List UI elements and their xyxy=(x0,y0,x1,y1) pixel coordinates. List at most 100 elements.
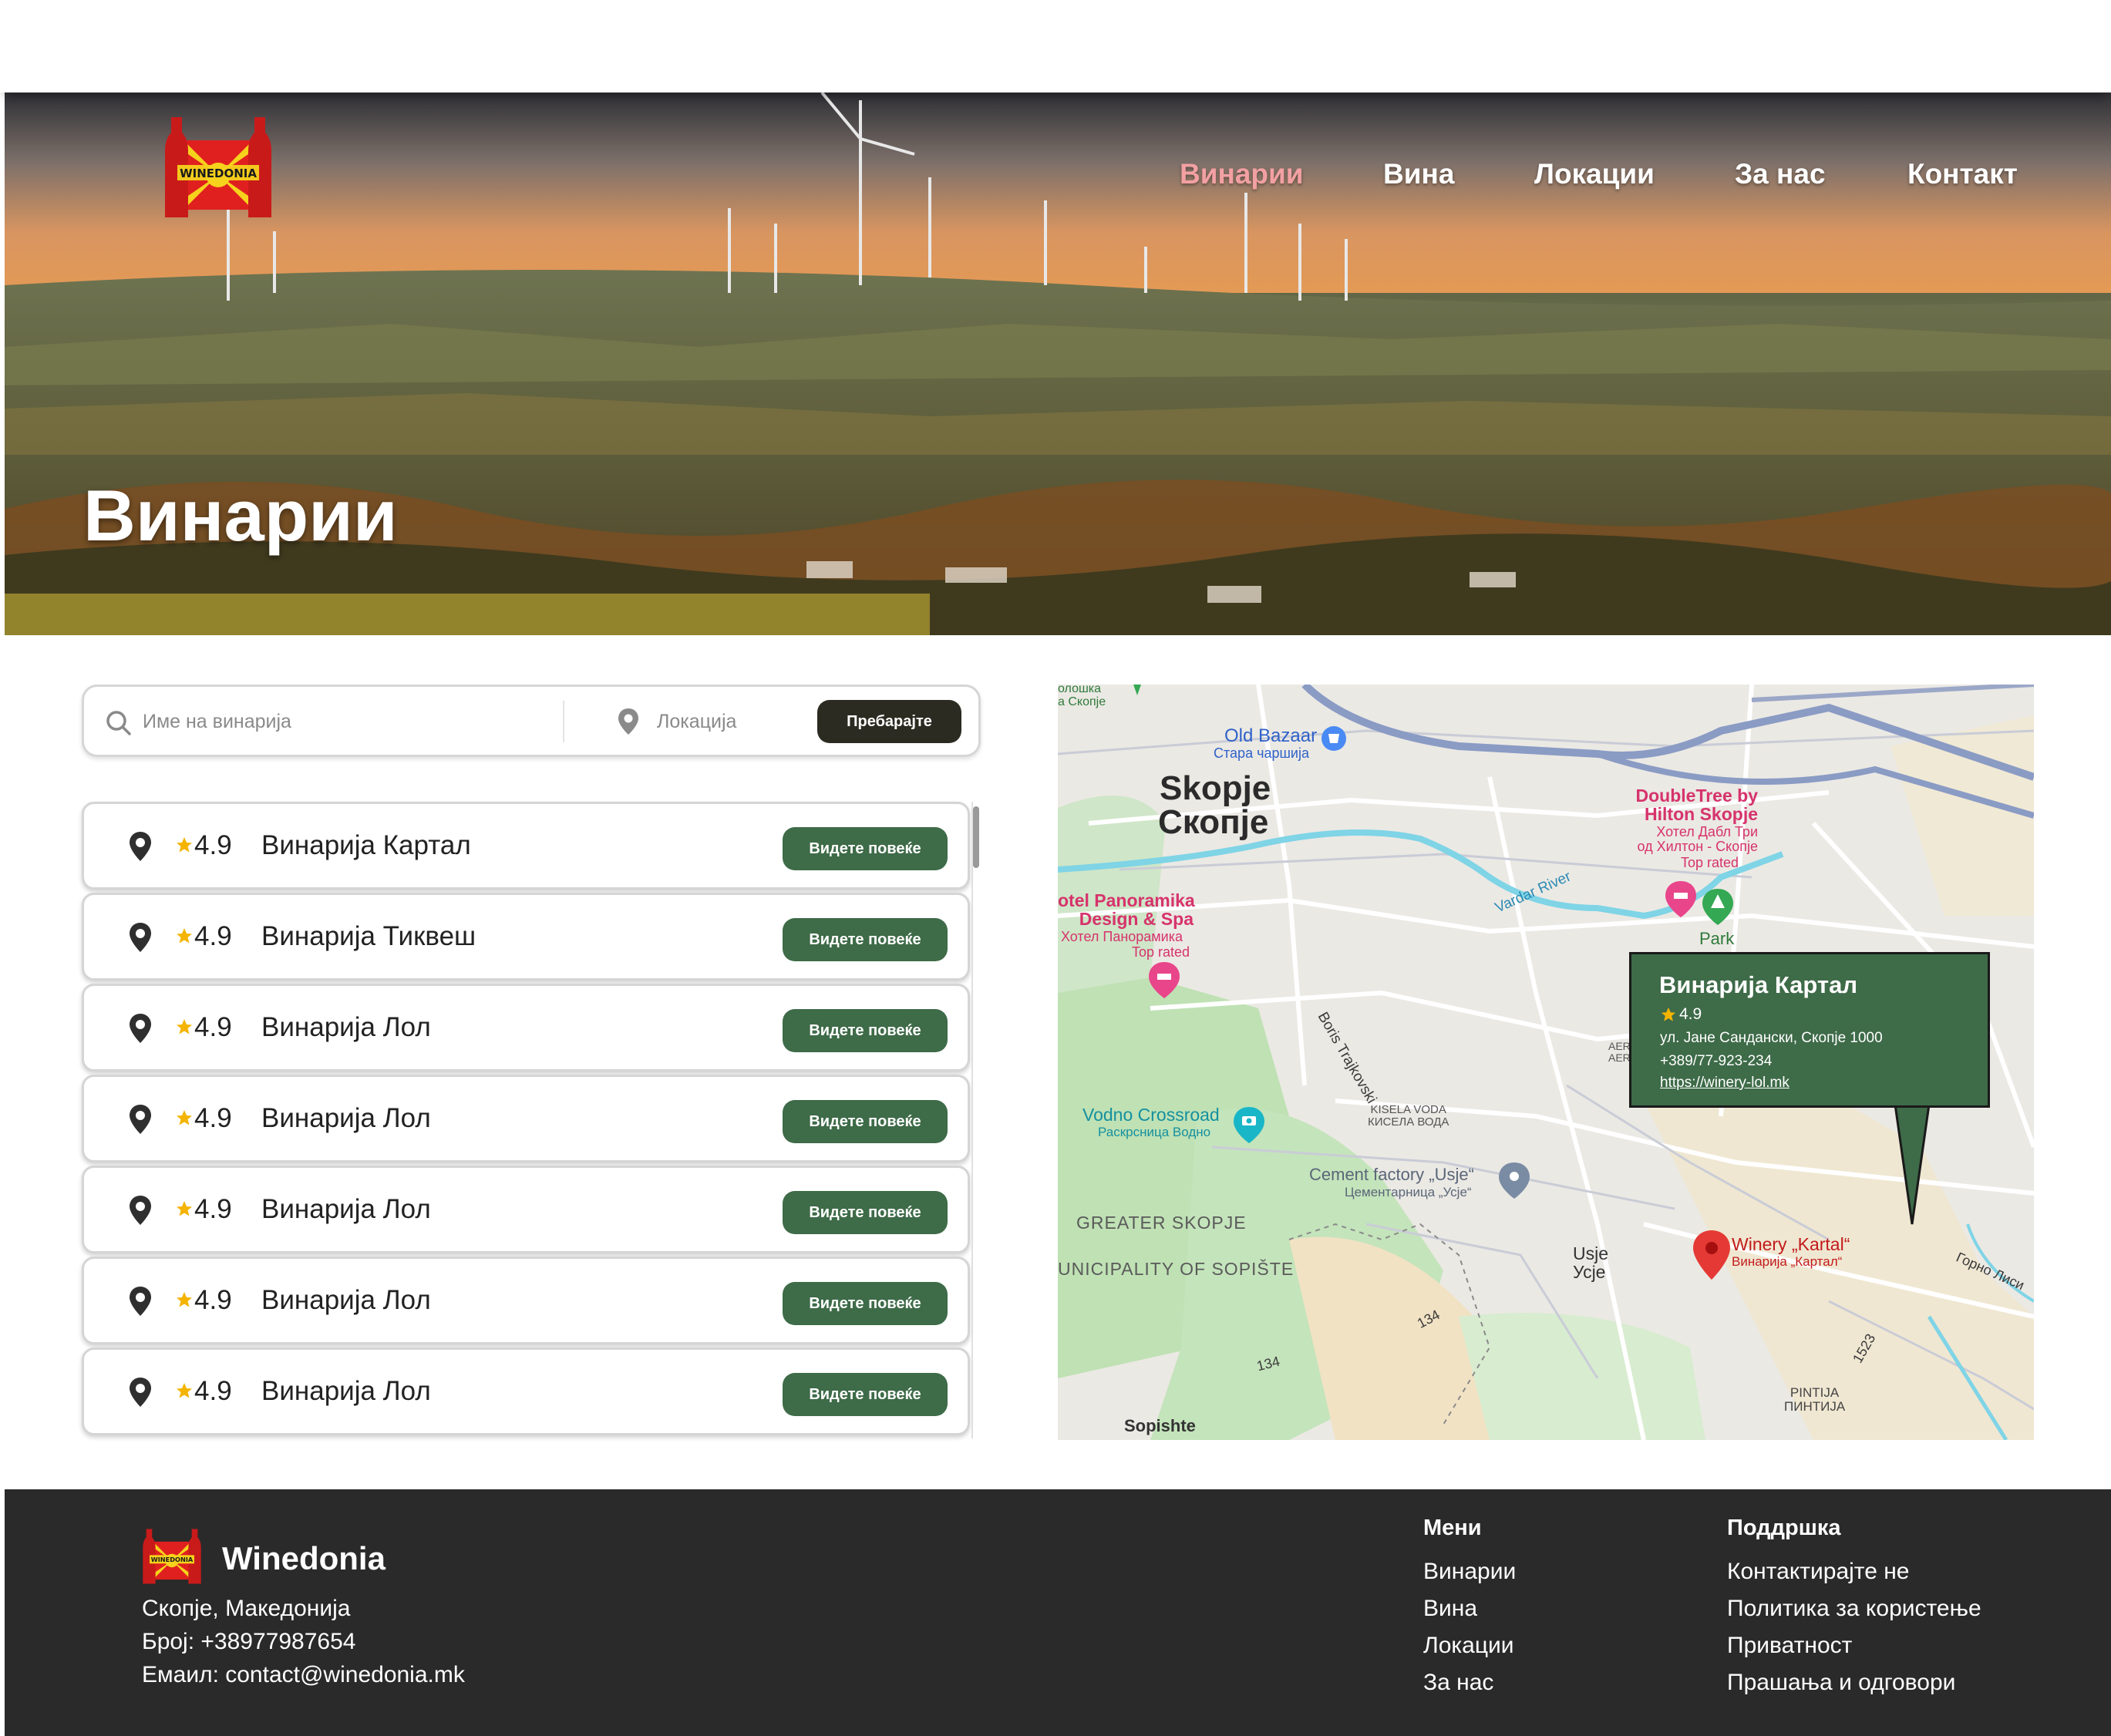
winery-rating: 4.9 xyxy=(194,921,232,951)
winery-name: Винарија Лол xyxy=(261,1376,431,1406)
winery-list-item[interactable]: 4.9 Винарија Лол Видете повеќе xyxy=(82,1347,970,1435)
winery-name: Винарија Картал xyxy=(261,830,471,860)
star-icon xyxy=(177,928,192,944)
footer-email: Емаил: contact@winedonia.mk xyxy=(142,1662,465,1687)
page-title: Винарии xyxy=(83,475,398,556)
svg-text:WINEDONIA: WINEDONIA xyxy=(151,1556,194,1563)
footer-menu-about[interactable]: За нас xyxy=(1423,1670,1493,1696)
map-label-old-bazaar-mk: Стара чаршија xyxy=(1214,745,1309,761)
footer-support-terms[interactable]: Политика за користење xyxy=(1727,1596,1981,1622)
star-icon xyxy=(177,1110,192,1125)
see-more-button[interactable]: Видете повеќе xyxy=(783,1009,948,1052)
search-bar: Пребарајте xyxy=(82,685,981,757)
nav-about[interactable]: За нас xyxy=(1735,158,1826,190)
map-label-top-left: олошка а Скопје xyxy=(1058,685,1106,708)
footer-support-faq[interactable]: Прашања и одговори xyxy=(1727,1670,1955,1696)
winery-name: Винарија Лол xyxy=(261,1103,431,1133)
footer-menu-title: Мени xyxy=(1423,1516,1482,1540)
map-label-kartal: Winery „Kartal“ xyxy=(1732,1234,1850,1254)
map-label-city: Skopje xyxy=(1160,769,1271,807)
location-pin-icon xyxy=(130,1287,151,1316)
winery-rating: 4.9 xyxy=(194,1103,232,1133)
footer-logo[interactable]: WINEDONIA xyxy=(140,1525,204,1588)
winery-list-item[interactable]: 4.9 Винарија Тиквеш Видете повеќе xyxy=(82,893,970,981)
footer-support-contact[interactable]: Контактирајте не xyxy=(1727,1559,1909,1585)
star-icon xyxy=(177,1383,192,1398)
popup-address: ул. Јане Сандански, Скопје 1000 xyxy=(1660,1030,1883,1046)
map-label-vodno-mk: Раскрсница Водно xyxy=(1098,1125,1211,1139)
map-label-kisela-voda: KISELA VODA КИСЕЛА ВОДА xyxy=(1368,1103,1449,1129)
footer-support-privacy[interactable]: Приватност xyxy=(1727,1633,1852,1659)
search-icon xyxy=(106,711,131,735)
map-label-top-rated-1: Top rated xyxy=(1681,855,1739,870)
see-more-button[interactable]: Видете повеќе xyxy=(783,1100,948,1143)
star-icon xyxy=(177,837,192,853)
winery-list-item[interactable]: 4.9 Винарија Лол Видете повеќе xyxy=(82,1257,970,1344)
map-label-vodno: Vodno Crossroad xyxy=(1082,1105,1220,1125)
winery-name: Винарија Тиквеш xyxy=(261,921,476,951)
nav-locations[interactable]: Локации xyxy=(1534,158,1655,190)
footer-menu-wineries[interactable]: Винарии xyxy=(1423,1559,1516,1585)
location-pin-icon xyxy=(130,1196,151,1225)
winery-list-item[interactable]: 4.9 Винарија Лол Видете повеќе xyxy=(82,1166,970,1253)
nav-wineries[interactable]: Винарии xyxy=(1180,158,1303,190)
see-more-button[interactable]: Видете повеќе xyxy=(783,827,948,870)
location-pin-icon xyxy=(130,1378,151,1407)
popup-phone: +389/77-923-234 xyxy=(1660,1053,1773,1069)
list-scrollbar-thumb[interactable] xyxy=(973,806,979,868)
footer-support-title: Поддршка xyxy=(1727,1516,1841,1540)
see-more-button[interactable]: Видете повеќе xyxy=(783,918,948,961)
winery-list-item[interactable]: 4.9 Винарија Лол Видете повеќе xyxy=(82,984,970,1072)
map[interactable]: олошка а Скопје Old Bazaar Стара чаршија… xyxy=(1058,685,2034,1440)
star-icon xyxy=(177,1292,192,1307)
location-pin-icon xyxy=(130,1105,151,1134)
map-label-aer: AER AER xyxy=(1608,1040,1631,1064)
popup-website-link[interactable]: https://winery-lol.mk xyxy=(1660,1075,1789,1092)
see-more-button[interactable]: Видете повеќе xyxy=(783,1191,948,1234)
popup-rating: 4.9 xyxy=(1679,1005,1702,1023)
location-pin-icon xyxy=(130,1014,151,1043)
winery-rating: 4.9 xyxy=(194,830,232,860)
footer-menu-wines[interactable]: Вина xyxy=(1423,1596,1477,1622)
old-bazaar-shopping-icon[interactable] xyxy=(1321,726,1346,751)
map-label-cement: Cement factory „Usje“ xyxy=(1309,1165,1474,1184)
location-pin-icon xyxy=(130,832,151,861)
map-label-city-mk: Скопје xyxy=(1158,803,1269,841)
winery-list[interactable]: 4.9 Винарија Картал Видете повеќе 4.9 Винари… xyxy=(82,802,981,1438)
top-white-bar xyxy=(0,0,2111,93)
location-pin-icon xyxy=(618,708,638,735)
svg-text:WINEDONIA: WINEDONIA xyxy=(180,167,257,180)
see-more-button[interactable]: Видете повеќе xyxy=(783,1373,948,1416)
map-label-cement-mk: Цементарница „Усје“ xyxy=(1345,1185,1472,1199)
footer: WINEDONIA Winedonia Скопје, Македонија Б… xyxy=(5,1489,2111,1736)
footer-city: Скопје, Македонија xyxy=(142,1596,351,1621)
winedonia-logo[interactable]: WINEDONIA xyxy=(160,109,276,225)
map-label-kartal-mk: Винарија „Картал“ xyxy=(1732,1254,1843,1269)
nav-wines[interactable]: Вина xyxy=(1383,158,1454,190)
winery-name: Винарија Лол xyxy=(261,1194,431,1224)
list-scrollbar-track[interactable] xyxy=(971,802,981,1438)
see-more-button[interactable]: Видете повеќе xyxy=(783,1282,948,1325)
map-label-sopiste: UNICIPALITY OF SOPIŠTE xyxy=(1058,1259,1295,1279)
winery-name-input[interactable] xyxy=(143,705,544,738)
winery-name: Винарија Лол xyxy=(261,1012,431,1042)
map-label-top-rated-2: Top rated xyxy=(1132,944,1190,960)
footer-brand: Winedonia xyxy=(222,1540,386,1576)
winery-name: Винарија Лол xyxy=(261,1285,431,1315)
winery-list-item[interactable]: 4.9 Винарија Картал Видете повеќе xyxy=(82,802,970,890)
search-button[interactable]: Пребарајте xyxy=(817,700,961,743)
location-input[interactable] xyxy=(657,705,803,738)
footer-phone: Број: +38977987654 xyxy=(142,1629,356,1654)
map-label-panoramika: otel Panoramika Design & Spa xyxy=(1058,890,1195,930)
footer-menu-locations[interactable]: Локации xyxy=(1423,1633,1514,1659)
star-icon xyxy=(177,1019,192,1035)
popup-title: Винарија Картал xyxy=(1659,971,1858,998)
map-popup-card[interactable]: Винарија Картал 4.9 ул. Јане Сандански, … xyxy=(1629,952,1990,1108)
map-label-pintija: PINTIJA ПИНТИЈА xyxy=(1784,1385,1846,1414)
nav-contact[interactable]: Контакт xyxy=(1907,158,2018,190)
map-label-usje: Usje Усје xyxy=(1573,1243,1609,1283)
map-label-greater-skopje: GREATER SKOPJE xyxy=(1076,1213,1247,1233)
winery-rating: 4.9 xyxy=(194,1012,232,1042)
winery-list-item[interactable]: 4.9 Винарија Лол Видете повеќе xyxy=(82,1075,970,1162)
map-label-old-bazaar: Old Bazaar xyxy=(1224,725,1318,746)
